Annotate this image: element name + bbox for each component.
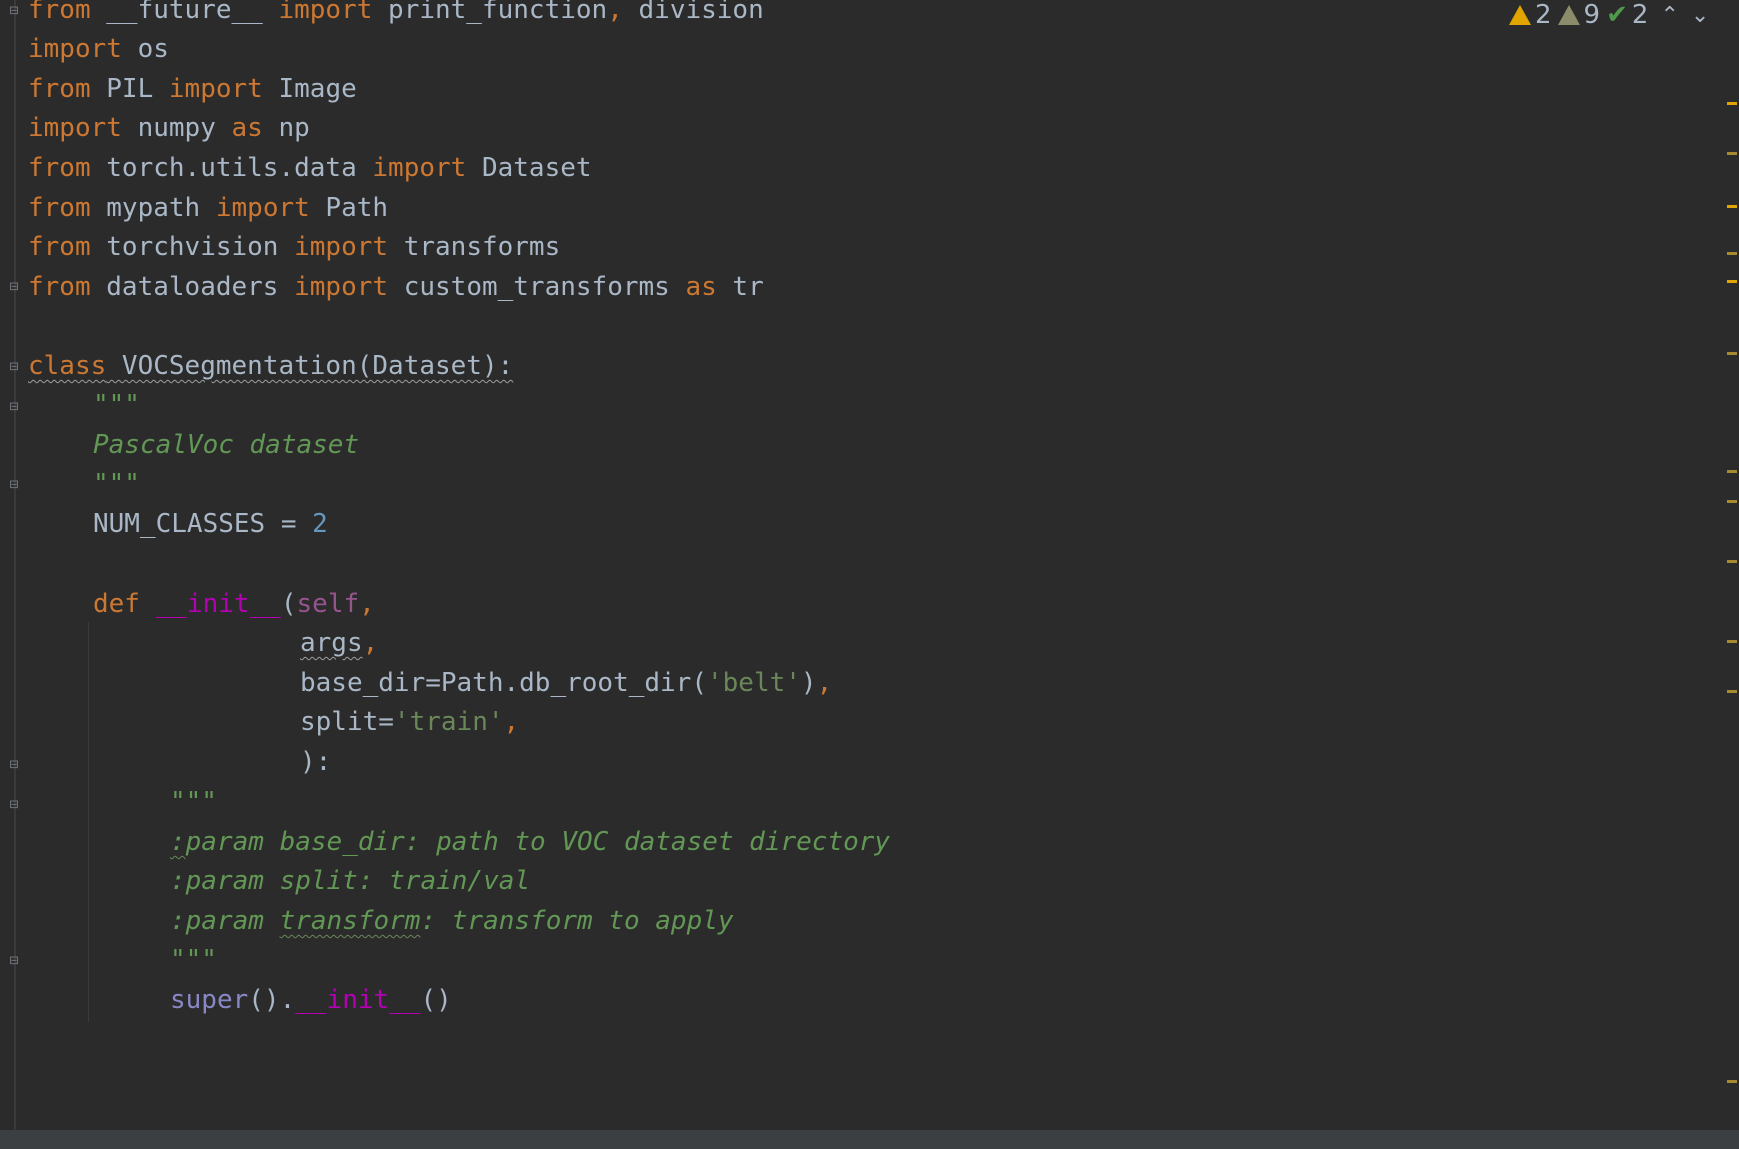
stripe-mark[interactable]: [1727, 252, 1737, 255]
code-line: PascalVoc dataset: [93, 430, 360, 460]
fold-icon[interactable]: ⊟: [8, 2, 20, 18]
code-line: args,: [300, 628, 379, 658]
chevron-down-icon[interactable]: ⌄: [1691, 3, 1709, 28]
code-line: super().__init__(): [170, 985, 452, 1015]
code-line: from torchvision import transforms: [28, 232, 561, 262]
code-line: from dataloaders import custom_transform…: [28, 272, 764, 302]
code-line: base_dir=Path.db_root_dir('belt'),: [300, 668, 833, 698]
code-line: """: [93, 390, 140, 420]
code-line: from torch.utils.data import Dataset: [28, 153, 592, 183]
code-line: def __init__(self,: [93, 589, 375, 619]
indent-guide: [88, 622, 89, 1022]
inspection-widget[interactable]: 2 9 ✔ 2 ⌃ ⌄: [1499, 0, 1739, 30]
fold-icon[interactable]: ⊟: [8, 952, 20, 968]
code-editor[interactable]: ⊟ ⊟ ⊟ ⊟ ⊟ ⊟ ⊟ ⊟ from __future__ import p…: [0, 0, 1739, 1130]
stripe-mark[interactable]: [1727, 352, 1737, 355]
code-line: NUM_CLASSES = 2: [93, 509, 328, 539]
code-line: import os: [28, 34, 169, 64]
code-line: class VOCSegmentation(Dataset):: [28, 351, 514, 381]
stripe-mark[interactable]: [1727, 560, 1737, 563]
horizontal-scrollbar[interactable]: [0, 1130, 1739, 1149]
code-line: from mypath import Path: [28, 193, 389, 223]
code-line: """: [93, 469, 140, 499]
stripe-mark[interactable]: [1727, 500, 1737, 503]
code-line: ):: [300, 747, 332, 777]
typo-check-icon: ✔: [1606, 0, 1628, 30]
code-line: split='train',: [300, 707, 520, 737]
fold-icon[interactable]: ⊟: [8, 476, 20, 492]
warning-icon: [1509, 5, 1531, 25]
stripe-mark[interactable]: [1727, 690, 1737, 693]
warnings-indicator[interactable]: 9: [1557, 0, 1600, 30]
code-line: """: [170, 787, 217, 817]
stripe-mark[interactable]: [1727, 640, 1737, 643]
stripe-mark[interactable]: [1727, 205, 1737, 208]
stripe-mark[interactable]: [1727, 1080, 1737, 1083]
errors-indicator[interactable]: 2: [1509, 0, 1552, 30]
code-line: :param split: train/val: [170, 866, 531, 896]
stripe-mark[interactable]: [1727, 152, 1737, 155]
code-line: :param base_dir: path to VOC dataset dir…: [170, 827, 891, 857]
stripe-mark[interactable]: [1727, 280, 1737, 283]
error-stripe[interactable]: [1725, 30, 1739, 1130]
fold-icon[interactable]: ⊟: [8, 278, 20, 294]
code-line: from PIL import Image: [28, 74, 357, 104]
code-line: """: [170, 945, 217, 975]
weak-warning-icon: [1557, 5, 1580, 25]
fold-icon[interactable]: ⊟: [8, 398, 20, 414]
stripe-mark[interactable]: [1727, 102, 1737, 105]
fold-icon[interactable]: ⊟: [8, 796, 20, 812]
chevron-up-icon[interactable]: ⌃: [1660, 3, 1678, 28]
fold-icon[interactable]: ⊟: [8, 756, 20, 772]
fold-icon[interactable]: ⊟: [8, 358, 20, 374]
code-line: import numpy as np: [28, 113, 310, 143]
code-line: :param transform: transform to apply: [170, 906, 734, 936]
typos-indicator[interactable]: ✔ 2: [1606, 0, 1648, 30]
stripe-mark[interactable]: [1727, 470, 1737, 473]
